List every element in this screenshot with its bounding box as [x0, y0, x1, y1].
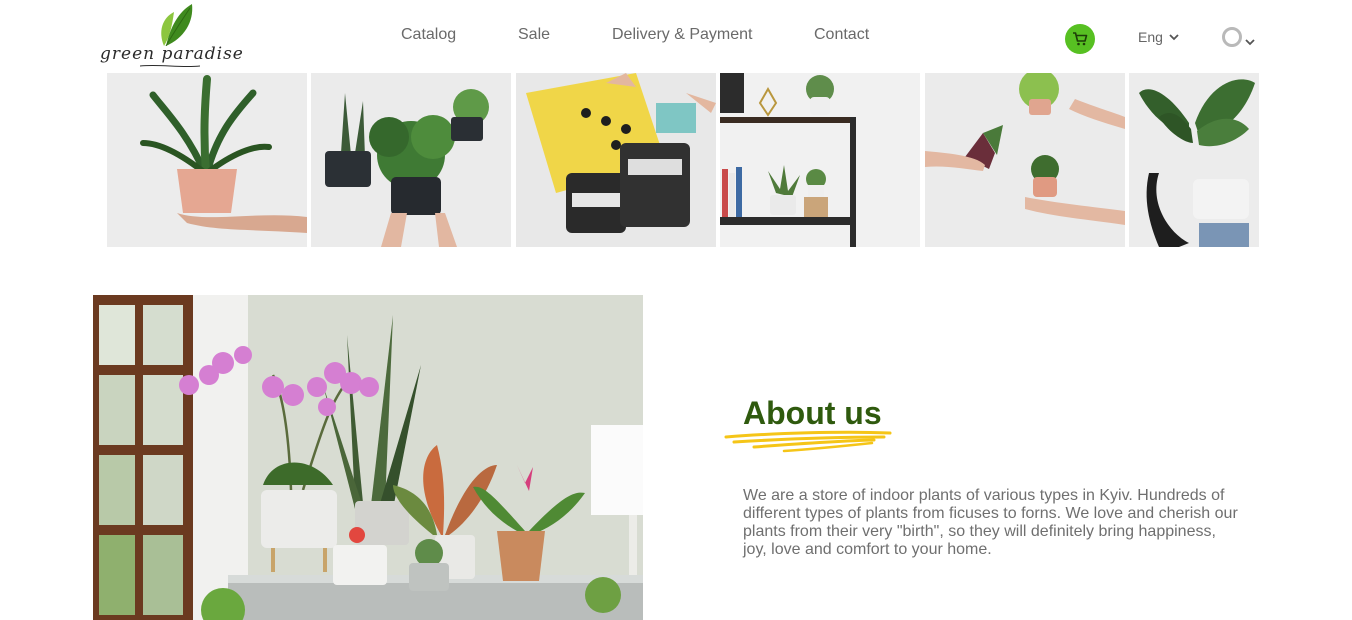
hero-image	[93, 295, 643, 620]
plant-photo	[1129, 73, 1259, 247]
chevron-down-icon	[1245, 38, 1255, 45]
logo[interactable]: green paradise	[100, 2, 245, 68]
nav-catalog[interactable]: Catalog	[401, 26, 456, 44]
language-selector[interactable]: Eng	[1138, 29, 1179, 45]
plant-photo	[107, 73, 307, 247]
title-underline-decoration	[724, 430, 892, 453]
logo-text: green paradise	[100, 44, 244, 64]
site-header: green paradise Catalog Sale Delivery & P…	[0, 0, 1352, 72]
language-label: Eng	[1138, 29, 1163, 45]
chevron-down-icon	[1169, 33, 1179, 40]
leaf-logo-icon	[161, 4, 193, 46]
orchids-photo	[93, 295, 643, 620]
gallery-tile-3[interactable]	[516, 73, 716, 247]
user-icon	[1222, 27, 1242, 47]
plant-photo	[311, 73, 511, 247]
about-description: We are a store of indoor plants of vario…	[743, 487, 1238, 558]
logo-underline	[140, 64, 200, 68]
nav-contact[interactable]: Contact	[814, 26, 869, 44]
cart-icon	[1073, 32, 1088, 46]
plant-photo	[720, 73, 920, 247]
plant-photo	[516, 73, 716, 247]
gallery-tile-4[interactable]	[720, 73, 920, 247]
nav-sale[interactable]: Sale	[518, 26, 550, 44]
cart-button[interactable]	[1065, 24, 1095, 54]
photo-gallery	[107, 73, 1259, 247]
user-menu[interactable]	[1222, 27, 1255, 47]
gallery-tile-5[interactable]	[925, 73, 1125, 247]
gallery-tile-1[interactable]	[107, 73, 307, 247]
gallery-tile-2[interactable]	[311, 73, 511, 247]
plant-photo	[925, 73, 1125, 247]
nav-delivery-payment[interactable]: Delivery & Payment	[612, 26, 753, 44]
gallery-tile-6[interactable]	[1129, 73, 1259, 247]
